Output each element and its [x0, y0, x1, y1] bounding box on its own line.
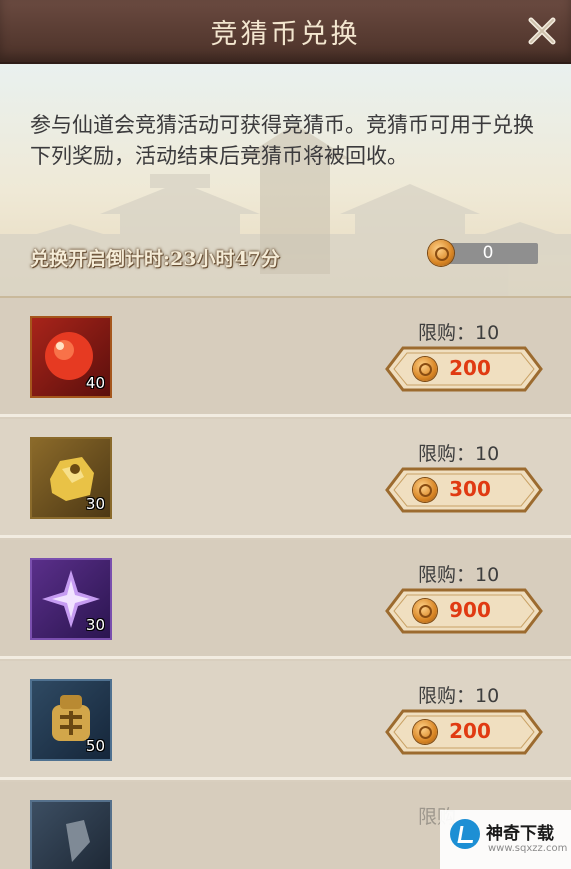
bronze-seal-icon[interactable]: 50: [30, 679, 112, 761]
list-item: 50 限购：10 200: [0, 661, 571, 780]
page-title: 竞猜币兑换: [210, 19, 361, 50]
watermark-logo-icon: [450, 819, 480, 849]
coin-icon: [413, 720, 437, 744]
purchase-limit: 限购：10: [418, 564, 500, 586]
close-icon: [528, 17, 556, 45]
price-label: 200: [449, 356, 491, 380]
list-item: 30 限购：10 300: [0, 419, 571, 538]
close-button[interactable]: [525, 14, 559, 48]
item-quantity: 30: [85, 616, 105, 634]
exchange-button[interactable]: 900: [385, 588, 543, 634]
info-panel: 参与仙道会竞猜活动可获得竞猜币。竞猜币可用于兑换下列奖励，活动结束后竞猜币将被回…: [0, 64, 571, 298]
purple-star-icon[interactable]: 30: [30, 558, 112, 640]
exchange-list[interactable]: 40 限购：10 200 30 限购：10 300 30 限购：10 900 5…: [0, 298, 571, 869]
red-orb-icon[interactable]: 40: [30, 316, 112, 398]
row-divider: [0, 414, 571, 417]
row-divider: [0, 656, 571, 659]
item-quantity: 50: [85, 737, 105, 755]
coin-icon: [428, 240, 454, 266]
price-label: 900: [449, 598, 491, 622]
coin-icon: [413, 357, 437, 381]
countdown-text: 兑换开启倒计时:23小时47分: [30, 248, 280, 270]
watermark-name: 神奇下载: [486, 824, 554, 844]
purchase-limit: 限购：10: [418, 443, 500, 465]
watermark-url: www.sqxzz.com: [488, 843, 568, 854]
price-label: 200: [449, 719, 491, 743]
dark-item-icon[interactable]: [30, 800, 112, 869]
item-quantity: 40: [85, 374, 105, 392]
price-label: 300: [449, 477, 491, 501]
watermark: 神奇下载 www.sqxzz.com: [440, 810, 571, 869]
exchange-button[interactable]: 200: [385, 346, 543, 392]
list-item: 30 限购：10 900: [0, 540, 571, 659]
row-divider: [0, 777, 571, 780]
exchange-button[interactable]: 200: [385, 709, 543, 755]
coin-balance: 0: [428, 240, 538, 266]
description-text: 参与仙道会竞猜活动可获得竞猜币。竞猜币可用于兑换下列奖励，活动结束后竞猜币将被回…: [30, 113, 534, 168]
purchase-limit: 限购：10: [418, 685, 500, 707]
title-bar: 竞猜币兑换: [0, 0, 571, 64]
coin-icon: [413, 478, 437, 502]
gold-ore-icon[interactable]: 30: [30, 437, 112, 519]
purchase-limit: 限购：10: [418, 322, 500, 344]
row-divider: [0, 535, 571, 538]
item-quantity: 30: [85, 495, 105, 513]
exchange-button[interactable]: 300: [385, 467, 543, 513]
list-item: 40 限购：10 200: [0, 298, 571, 417]
coin-icon: [413, 599, 437, 623]
